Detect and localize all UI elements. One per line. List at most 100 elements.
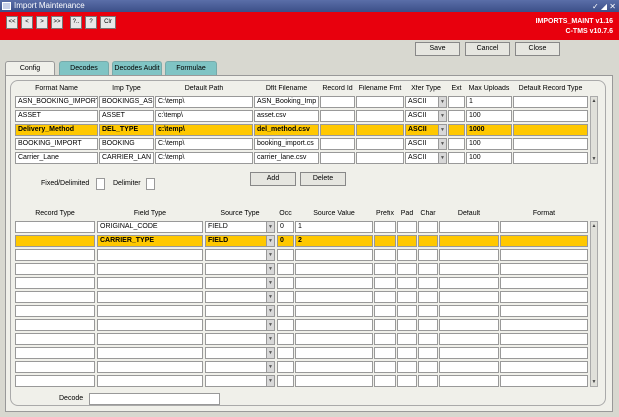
cell-path[interactable]: C:\temp\ bbox=[155, 138, 253, 150]
cell-char[interactable] bbox=[418, 361, 438, 373]
cell-default[interactable] bbox=[439, 263, 499, 275]
cell-source-type[interactable]: ▼ bbox=[205, 263, 275, 275]
cell-field-type[interactable]: ORIGINAL_CODE bbox=[97, 221, 203, 233]
cell-record-type[interactable] bbox=[15, 249, 95, 261]
cell-max[interactable]: 100 bbox=[466, 152, 512, 164]
cell-imp-type[interactable]: ASSET bbox=[99, 110, 154, 122]
cell-pad[interactable] bbox=[397, 375, 417, 387]
dropdown-arrow-icon[interactable]: ▼ bbox=[438, 153, 446, 163]
cell-pad[interactable] bbox=[397, 277, 417, 289]
cell-field-type[interactable] bbox=[97, 249, 203, 261]
query-button[interactable]: ?.. bbox=[70, 16, 82, 29]
cell-source-value[interactable] bbox=[295, 263, 373, 275]
cell-xfer[interactable]: ▼ ASCII bbox=[405, 152, 447, 164]
cell-pad[interactable] bbox=[397, 235, 417, 247]
cell-occ[interactable]: 0 bbox=[277, 235, 294, 247]
cell-pad[interactable] bbox=[397, 319, 417, 331]
cell-char[interactable] bbox=[418, 347, 438, 359]
scroll-up-icon[interactable]: ▲ bbox=[591, 222, 597, 230]
cell-format-name[interactable]: Delivery_Method bbox=[15, 124, 98, 136]
cell-field-type[interactable]: CARRIER_TYPE bbox=[97, 235, 203, 247]
cell-default[interactable] bbox=[439, 277, 499, 289]
cell-record-type[interactable] bbox=[15, 221, 95, 233]
cell-occ[interactable] bbox=[277, 277, 294, 289]
dropdown-arrow-icon[interactable]: ▼ bbox=[438, 125, 446, 135]
cell-filename-fmt[interactable] bbox=[356, 110, 404, 122]
cell-format-name[interactable]: Carrier_Lane bbox=[15, 152, 98, 164]
cell-record-id[interactable] bbox=[320, 110, 355, 122]
cell-occ[interactable] bbox=[277, 347, 294, 359]
cell-max[interactable]: 1 bbox=[466, 96, 512, 108]
cell-xfer[interactable]: ▼ ASCII bbox=[405, 110, 447, 122]
cell-pad[interactable] bbox=[397, 333, 417, 345]
cell-char[interactable] bbox=[418, 305, 438, 317]
cell-default[interactable] bbox=[439, 249, 499, 261]
cell-imp-type[interactable]: BOOKINGS_AS bbox=[99, 96, 154, 108]
cell-max[interactable]: 100 bbox=[466, 138, 512, 150]
cell-ext[interactable] bbox=[448, 138, 465, 150]
cell-filename[interactable]: del_method.csv bbox=[254, 124, 319, 136]
cell-field-type[interactable] bbox=[97, 333, 203, 345]
cell-record-type[interactable] bbox=[15, 333, 95, 345]
cell-char[interactable] bbox=[418, 333, 438, 345]
dropdown-arrow-icon[interactable]: ▼ bbox=[266, 250, 274, 260]
dropdown-arrow-icon[interactable]: ▼ bbox=[438, 97, 446, 107]
dropdown-arrow-icon[interactable]: ▼ bbox=[266, 348, 274, 358]
cell-field-type[interactable] bbox=[97, 361, 203, 373]
cell-occ[interactable] bbox=[277, 319, 294, 331]
cell-prefix[interactable] bbox=[374, 235, 396, 247]
cell-source-value[interactable] bbox=[295, 319, 373, 331]
tab-formulae[interactable]: Formulae bbox=[165, 61, 217, 75]
cell-imp-type[interactable]: BOOKING bbox=[99, 138, 154, 150]
cell-prefix[interactable] bbox=[374, 375, 396, 387]
cell-filename-fmt[interactable] bbox=[356, 152, 404, 164]
scroll-down-icon[interactable]: ▼ bbox=[591, 155, 597, 163]
cell-char[interactable] bbox=[418, 249, 438, 261]
dropdown-arrow-icon[interactable]: ▼ bbox=[266, 278, 274, 288]
cell-record-type[interactable] bbox=[15, 291, 95, 303]
cell-occ[interactable] bbox=[277, 361, 294, 373]
cell-pad[interactable] bbox=[397, 361, 417, 373]
tab-config[interactable]: Config bbox=[5, 61, 55, 75]
cell-record-type[interactable] bbox=[15, 347, 95, 359]
tab-decodes-audit[interactable]: Decodes Audit bbox=[112, 61, 162, 75]
cell-default[interactable] bbox=[439, 333, 499, 345]
dropdown-arrow-icon[interactable]: ▼ bbox=[438, 139, 446, 149]
cell-source-type[interactable]: ▼ bbox=[205, 319, 275, 331]
cell-record-type[interactable] bbox=[15, 263, 95, 275]
cell-path[interactable]: c:\temp\ bbox=[155, 110, 253, 122]
first-record-button[interactable]: << bbox=[6, 16, 18, 29]
cell-pad[interactable] bbox=[397, 249, 417, 261]
cell-occ[interactable] bbox=[277, 263, 294, 275]
cell-field-type[interactable] bbox=[97, 263, 203, 275]
cell-prefix[interactable] bbox=[374, 305, 396, 317]
dropdown-arrow-icon[interactable]: ▼ bbox=[266, 320, 274, 330]
cell-format[interactable] bbox=[500, 263, 588, 275]
cell-format[interactable] bbox=[500, 361, 588, 373]
cell-record-id[interactable] bbox=[320, 138, 355, 150]
cell-default[interactable] bbox=[439, 305, 499, 317]
cell-source-value[interactable] bbox=[295, 375, 373, 387]
cell-source-type[interactable]: ▼ bbox=[205, 305, 275, 317]
cell-source-type[interactable]: ▼ bbox=[205, 277, 275, 289]
scroll-down-icon[interactable]: ▼ bbox=[591, 378, 597, 386]
cell-format[interactable] bbox=[500, 319, 588, 331]
cell-filename[interactable]: booking_import.cs bbox=[254, 138, 319, 150]
cell-format[interactable] bbox=[500, 249, 588, 261]
cell-source-type[interactable]: ▼ bbox=[205, 347, 275, 359]
cell-source-type[interactable]: ▼ bbox=[205, 361, 275, 373]
cell-source-value[interactable] bbox=[295, 249, 373, 261]
cell-record-type[interactable] bbox=[15, 361, 95, 373]
cell-default-type[interactable] bbox=[513, 124, 588, 136]
cell-record-id[interactable] bbox=[320, 124, 355, 136]
cell-char[interactable] bbox=[418, 221, 438, 233]
dropdown-arrow-icon[interactable]: ▼ bbox=[266, 222, 274, 232]
cell-source-value[interactable] bbox=[295, 361, 373, 373]
dropdown-arrow-icon[interactable]: ▼ bbox=[266, 306, 274, 316]
cell-default-type[interactable] bbox=[513, 110, 588, 122]
dropdown-arrow-icon[interactable]: ▼ bbox=[266, 264, 274, 274]
cell-format[interactable] bbox=[500, 221, 588, 233]
cell-pad[interactable] bbox=[397, 305, 417, 317]
cell-default[interactable] bbox=[439, 319, 499, 331]
cell-max[interactable]: 1000 bbox=[466, 124, 512, 136]
